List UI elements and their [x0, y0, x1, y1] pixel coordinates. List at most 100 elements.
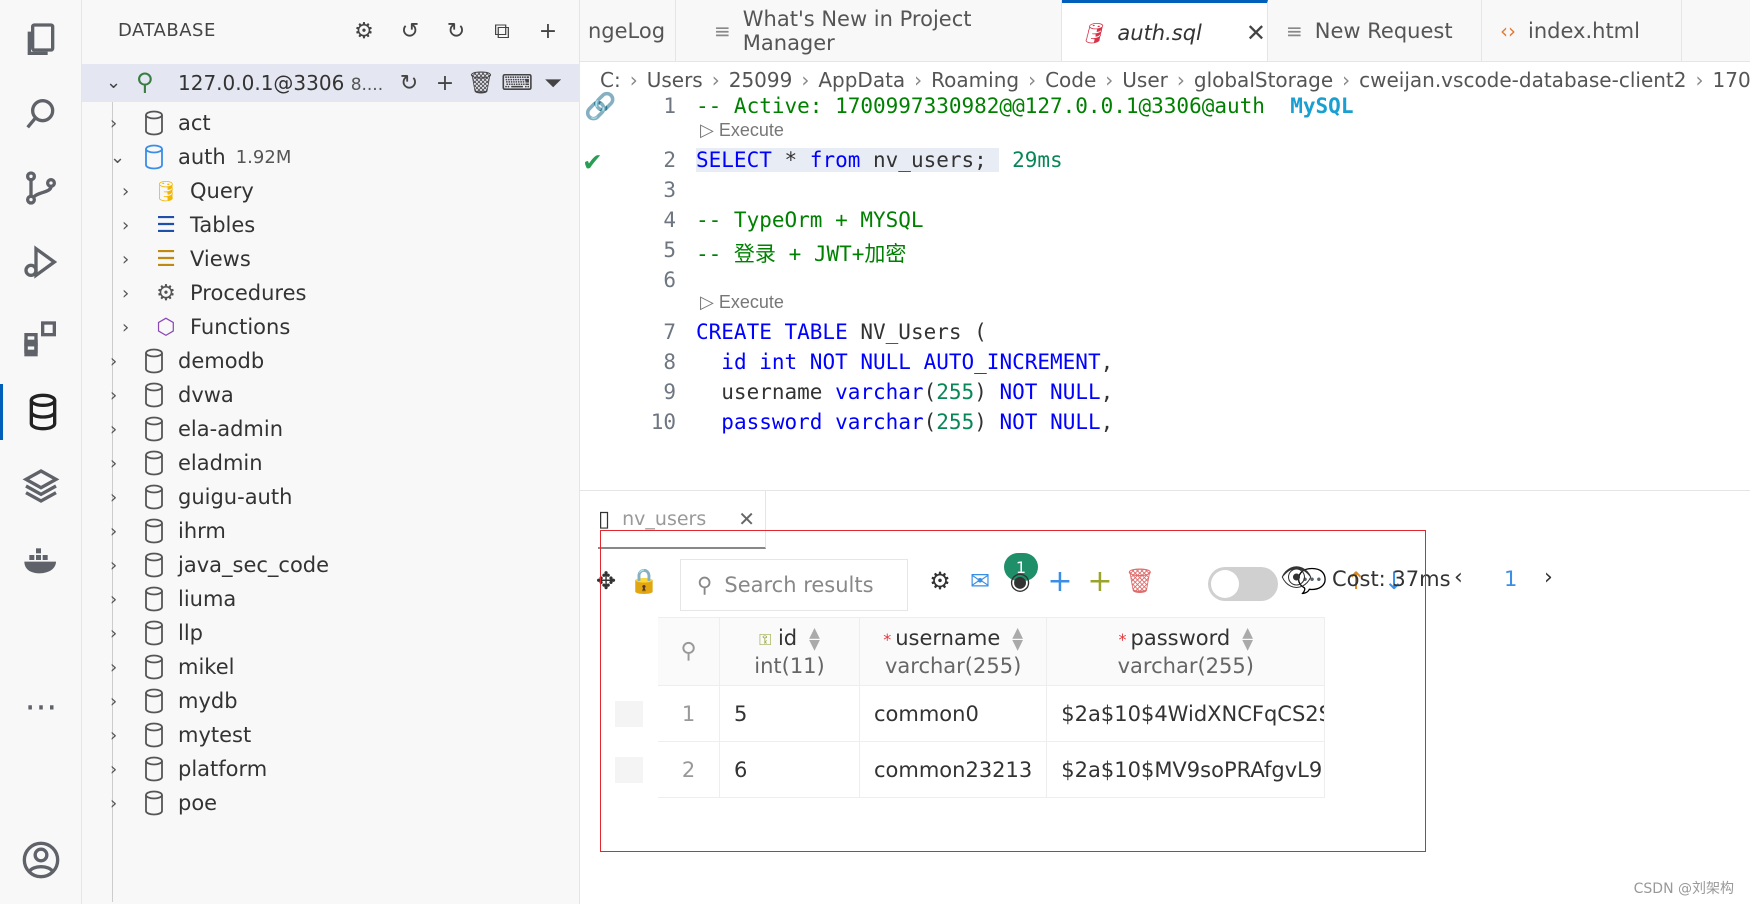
row-select[interactable]	[615, 700, 643, 727]
more-icon[interactable]: ···	[0, 680, 82, 736]
tree-item-functions[interactable]: › ⬡ Functions	[122, 308, 290, 346]
tab-auth-sql[interactable]: 🛢 auth.sql ✕	[1062, 0, 1268, 61]
chevron-right-icon[interactable]: ›	[110, 793, 136, 814]
extensions-icon[interactable]	[0, 310, 82, 366]
sort-icon[interactable]: ▲ ▼	[1012, 626, 1023, 652]
refresh-icon[interactable]: ↻	[396, 70, 422, 96]
chevron-right-icon[interactable]: ›	[110, 521, 136, 542]
tree-item-act[interactable]: › act	[110, 104, 211, 142]
chevron-right-icon[interactable]: ›	[122, 215, 148, 236]
history-icon[interactable]: ↺	[397, 18, 423, 44]
next-page-icon[interactable]: ›	[1544, 565, 1553, 590]
add-icon[interactable]: +	[1040, 561, 1080, 601]
table-row[interactable]: 1 5 common0 $2a$10$4WidXNCFqCS2StL	[580, 685, 1326, 742]
tree-item-tables[interactable]: › ☰ Tables	[122, 206, 255, 244]
breadcrumb-item[interactable]: cweijan.vscode-database-client2	[1359, 68, 1686, 92]
connection-row[interactable]: ⌄ ⚲ 127.0.0.1@3306 8.... ↻ + 🗑 ⌨ ⏷	[82, 64, 580, 102]
filter-column-header[interactable]: ⚲	[657, 617, 720, 686]
chevron-right-icon[interactable]: ›	[110, 725, 136, 746]
chevron-down-icon[interactable]: ⌄	[110, 147, 136, 168]
github-icon[interactable]: ◉	[1000, 561, 1040, 601]
tab-whats-new[interactable]: ≡ What's New in Project Manager	[696, 0, 1062, 61]
sort-icon[interactable]: ▲ ▼	[809, 626, 820, 652]
chevron-right-icon[interactable]: ›	[110, 385, 136, 406]
add-connection-icon[interactable]: +	[535, 18, 561, 44]
cell-password[interactable]: $2a$10$4WidXNCFqCS2StL	[1046, 685, 1326, 742]
tree-item-database[interactable]: › mydb	[110, 682, 238, 720]
cell-password[interactable]: $2a$10$MV9soPRAfgvL9RF	[1046, 741, 1326, 798]
tab-result-nv-users[interactable]: ▯ nv_users ✕	[598, 491, 766, 549]
tree-item-database[interactable]: › llp	[110, 614, 203, 652]
column-header-password[interactable]: * password ▲ ▼ varchar(255)	[1046, 617, 1326, 686]
tree-item-database[interactable]: › dvwa	[110, 376, 234, 414]
tree-item-auth[interactable]: ⌄ auth 1.92M	[110, 138, 291, 176]
close-icon[interactable]: ✕	[1246, 19, 1266, 47]
chevron-right-icon[interactable]: ›	[122, 283, 148, 304]
cell-id[interactable]: 6	[719, 741, 860, 798]
close-icon[interactable]: ✕	[738, 507, 755, 531]
filter-icon[interactable]: ⏷	[540, 70, 566, 96]
tree-item-database[interactable]: › eladmin	[110, 444, 263, 482]
breadcrumb-item[interactable]: C:	[600, 68, 621, 92]
chevron-right-icon[interactable]: ›	[122, 249, 148, 270]
tree-item-procedures[interactable]: › ⚙ Procedures	[122, 274, 306, 312]
breadcrumb-item[interactable]: AppData	[818, 68, 905, 92]
source-control-icon[interactable]	[0, 160, 82, 216]
edit-toggle[interactable]	[1208, 567, 1278, 601]
execute-lens[interactable]: ▷ Execute	[700, 292, 784, 313]
insert-row-icon[interactable]: +	[1080, 561, 1120, 601]
chevron-right-icon[interactable]: ›	[110, 589, 136, 610]
breadcrumb-item[interactable]: globalStorage	[1194, 68, 1333, 92]
lock-icon[interactable]: 🔒	[624, 561, 664, 601]
account-icon[interactable]	[0, 832, 82, 888]
table-row[interactable]: 2 6 common23213 $2a$10$MV9soPRAfgvL9RF	[580, 741, 1326, 798]
tree-item-database[interactable]: › mikel	[110, 648, 234, 686]
settings-icon[interactable]: ⚙	[351, 18, 377, 44]
delete-icon[interactable]: 🗑	[467, 70, 495, 96]
tree-item-database[interactable]: › liuma	[110, 580, 236, 618]
row-select[interactable]	[615, 756, 643, 783]
tree-item-database[interactable]: › demodb	[110, 342, 264, 380]
cell-id[interactable]: 5	[719, 685, 860, 742]
sql-editor[interactable]: 🔗 ✔ 1 -- Active: 1700997330982@@127.0.0.…	[580, 92, 1750, 490]
mail-icon[interactable]: ✉	[960, 561, 1000, 601]
cell-username[interactable]: common0	[858, 685, 1048, 742]
link-icon[interactable]: 🔗	[584, 92, 616, 122]
execute-lens[interactable]: ▷ Execute	[700, 120, 784, 141]
collapse-all-icon[interactable]: ⧉	[489, 18, 515, 44]
breadcrumb-item[interactable]: 170	[1713, 68, 1750, 92]
explorer-icon[interactable]	[0, 12, 82, 68]
breadcrumb-item[interactable]: Code	[1045, 68, 1096, 92]
docker-icon[interactable]	[0, 532, 82, 588]
tree-item-query[interactable]: › 🛢 Query	[122, 172, 254, 210]
move-icon[interactable]: ✥	[586, 561, 626, 601]
run-debug-icon[interactable]	[0, 234, 82, 290]
tree-item-database[interactable]: › ela-admin	[110, 410, 283, 448]
gear-icon[interactable]: ⚙	[920, 561, 960, 601]
tree-item-database[interactable]: › guigu-auth	[110, 478, 292, 516]
tree-item-database[interactable]: › poe	[110, 784, 217, 822]
tree-item-database[interactable]: › ihrm	[110, 512, 226, 550]
tree-item-database[interactable]: › platform	[110, 750, 267, 788]
search-input[interactable]: ⚲ Search results	[680, 559, 908, 611]
add-icon[interactable]: +	[432, 70, 458, 96]
chevron-right-icon[interactable]: ›	[110, 351, 136, 372]
tree-item-views[interactable]: › ☰ Views	[122, 240, 251, 278]
tree-item-database[interactable]: › java_sec_code	[110, 546, 329, 584]
chevron-right-icon[interactable]: ›	[110, 487, 136, 508]
chevron-right-icon[interactable]: ›	[110, 113, 136, 134]
column-header-id[interactable]: ⚿ id ▲ ▼ int(11)	[719, 617, 860, 686]
search-icon[interactable]	[0, 86, 82, 142]
column-header-username[interactable]: * username ▲ ▼ varchar(255)	[858, 617, 1048, 686]
cell-username[interactable]: common23213	[858, 741, 1048, 798]
tab-index-html[interactable]: ‹› index.html	[1482, 0, 1682, 61]
chevron-right-icon[interactable]: ›	[110, 657, 136, 678]
refresh-icon[interactable]: ↻	[443, 18, 469, 44]
chevron-right-icon[interactable]: ›	[110, 453, 136, 474]
database-icon[interactable]	[0, 384, 82, 440]
chevron-right-icon[interactable]: ›	[110, 759, 136, 780]
tree-item-database[interactable]: › mytest	[110, 716, 251, 754]
tab-new-request[interactable]: ≡ New Request	[1268, 0, 1482, 61]
breadcrumb-item[interactable]: Users	[647, 68, 703, 92]
breadcrumb-item[interactable]: 25099	[729, 68, 793, 92]
